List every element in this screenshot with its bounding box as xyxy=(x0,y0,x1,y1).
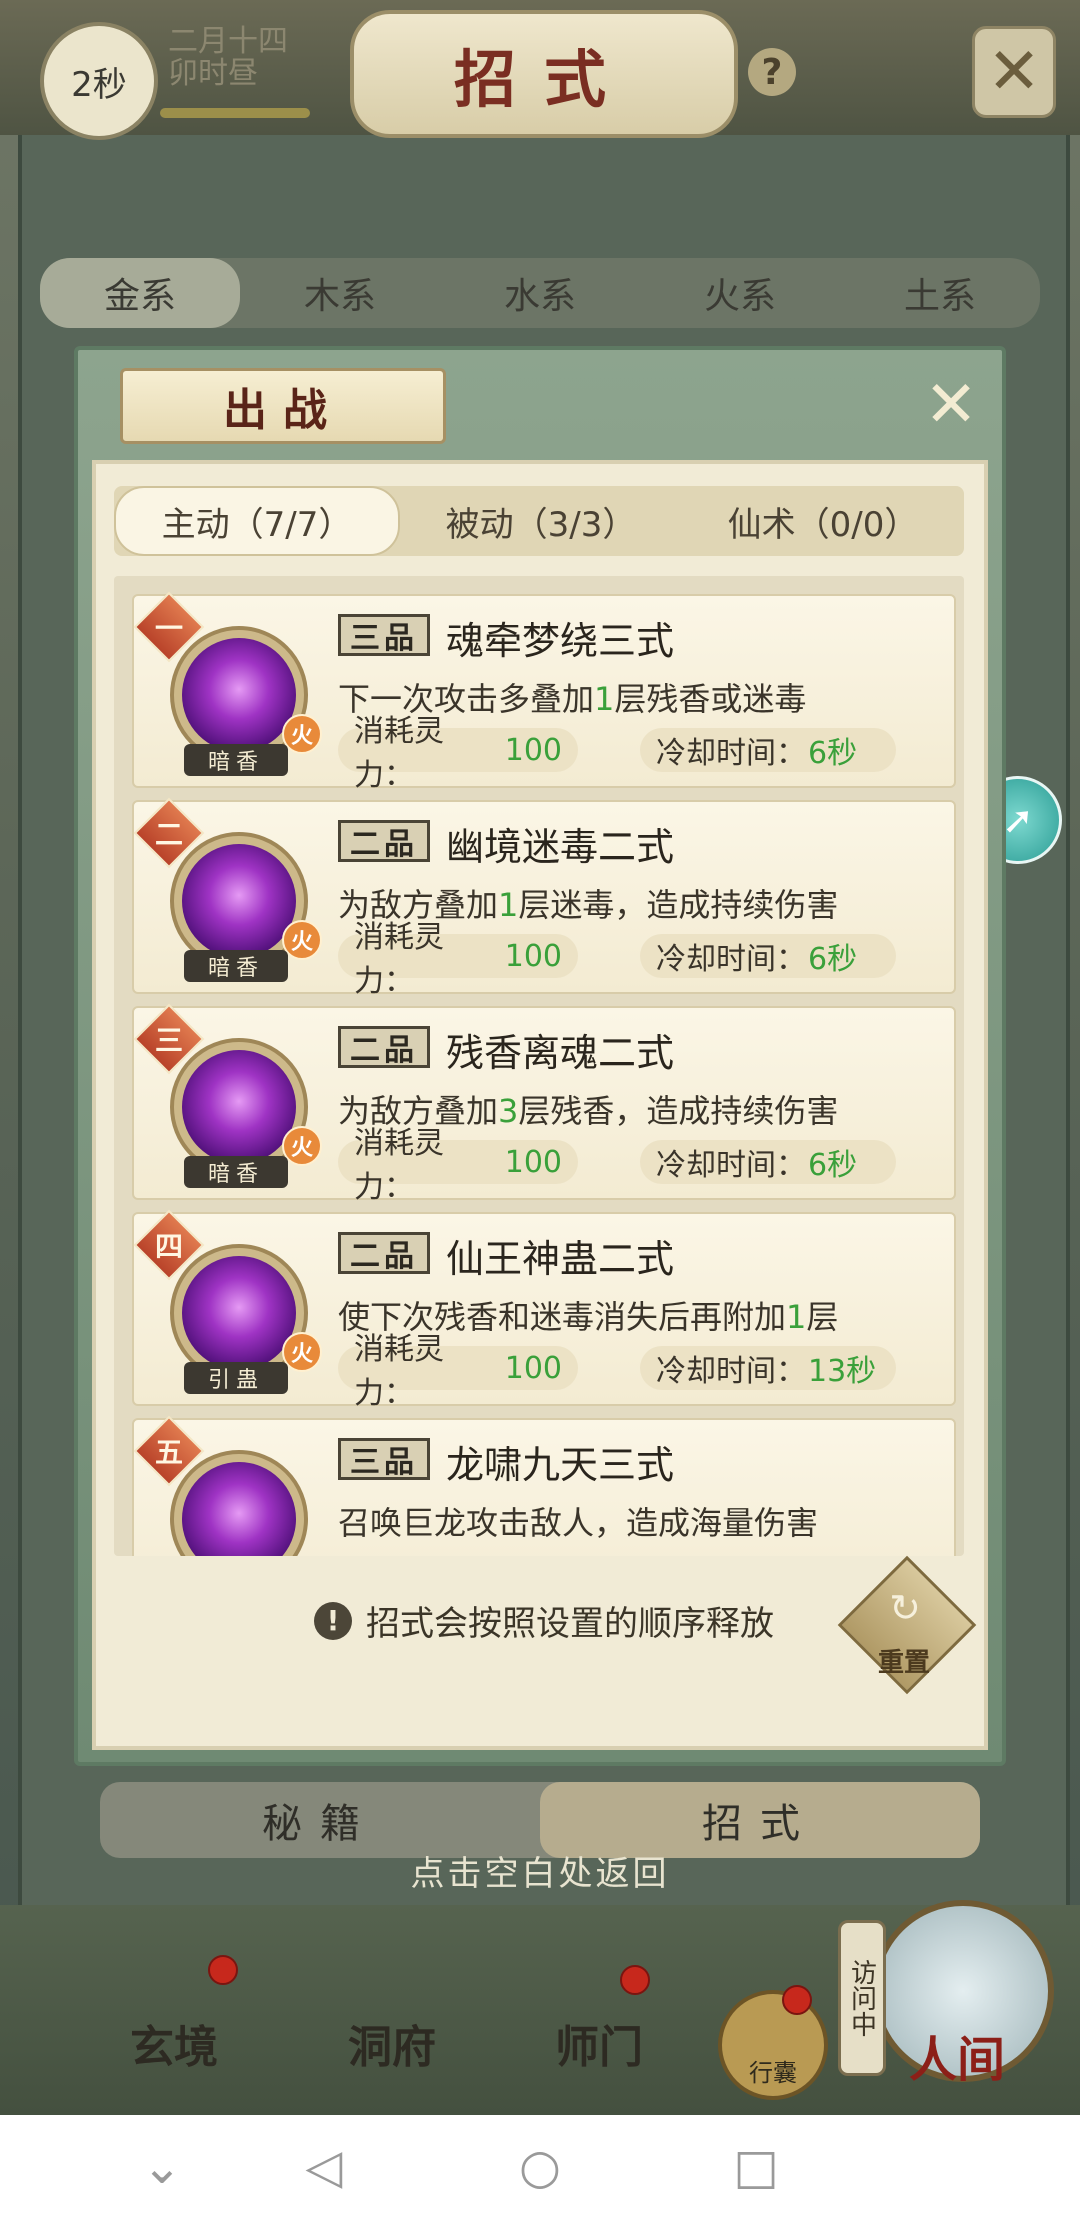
hint-text: 招式会按照设置的顺序释放 xyxy=(366,1604,774,1644)
cooldown: 冷却时间： 6秒 xyxy=(640,1140,896,1184)
skill-card[interactable]: 三 火 暗香 二品 残香离魂二式 为敌方叠加3层残香，造成持续伤害 消耗灵力： 1… xyxy=(132,1003,956,1205)
help-button[interactable]: ? xyxy=(748,48,796,96)
fire-element-icon: 火 xyxy=(282,1332,322,1372)
skill-card[interactable]: 五 三品 龙啸九天三式 召唤巨龙攻击敌人，造成海量伤害 xyxy=(132,1415,956,1556)
dialog-close-icon[interactable]: ✕ xyxy=(918,368,984,442)
skill-grade: 二品 xyxy=(338,820,430,862)
back-icon[interactable]: ◁ xyxy=(294,2137,354,2197)
skill-list[interactable]: 一 火 暗香 三品 魂牵梦绕三式 下一次攻击多叠加1层残香或迷毒 消耗灵力： 10… xyxy=(114,576,964,1556)
date-line: 二月十四 xyxy=(168,24,288,59)
cooldown: 冷却时间： 6秒 xyxy=(640,728,896,772)
tab-active-skills[interactable]: 主动（7/7） xyxy=(114,486,400,556)
refresh-icon[interactable]: ↻ xyxy=(878,1586,932,1636)
element-tabs: 金系 木系 水系 火系 土系 xyxy=(40,258,1040,328)
nav-xuanjing[interactable]: 玄境 xyxy=(130,2011,218,2075)
timer-badge: 2秒 xyxy=(40,22,158,140)
skill-name: 魂牵梦绕三式 xyxy=(446,619,675,663)
date-info: 二月十四 卯时昼 xyxy=(168,26,288,90)
bag-button[interactable]: 行囊 xyxy=(718,1990,828,2100)
notification-dot xyxy=(782,1985,812,2015)
notification-dot xyxy=(620,1965,650,1995)
reset-label[interactable]: 重置 xyxy=(854,1642,954,1679)
skill-name: 残香离魂二式 xyxy=(446,1031,675,1075)
rank-number: 四 xyxy=(154,1230,183,1263)
spirit-cost: 消耗灵力： 100 xyxy=(338,714,578,793)
rank-number: 一 xyxy=(154,612,183,645)
tab-wood[interactable]: 木系 xyxy=(240,258,440,328)
skill-description: 召唤巨龙攻击敌人，造成海量伤害 xyxy=(338,1504,819,1542)
notification-dot xyxy=(208,1955,238,1985)
skill-name: 仙王神蛊二式 xyxy=(446,1237,675,1281)
fire-element-icon: 火 xyxy=(282,714,322,754)
tab-water[interactable]: 水系 xyxy=(440,258,640,328)
skill-card[interactable]: 二 火 暗香 二品 幽境迷毒二式 为敌方叠加1层迷毒，造成持续伤害 消耗灵力： 1… xyxy=(132,797,956,999)
system-nav-bar: ⌄ ◁ ○ □ xyxy=(0,2115,1080,2220)
skill-card[interactable]: 一 火 暗香 三品 魂牵梦绕三式 下一次攻击多叠加1层残香或迷毒 消耗灵力： 10… xyxy=(132,591,956,793)
skill-card[interactable]: 四 火 引蛊 二品 仙王神蛊二式 使下次残香和迷毒消失后再附加1层 消耗灵力： 1… xyxy=(132,1209,956,1411)
skill-type-tabs: 主动（7/7） 被动（3/3） 仙术（0/0） xyxy=(114,486,964,556)
nav-shimen[interactable]: 师门 xyxy=(555,2011,643,2075)
nav-dongfu[interactable]: 洞府 xyxy=(348,2011,436,2075)
scorpion-skill-icon xyxy=(182,1256,296,1370)
rank-number: 三 xyxy=(154,1024,183,1057)
skill-name: 龙啸九天三式 xyxy=(446,1443,675,1487)
time-line: 卯时昼 xyxy=(168,56,258,91)
skill-grade: 二品 xyxy=(338,1232,430,1274)
tab-metal[interactable]: 金系 xyxy=(40,258,240,328)
skill-category-label: 暗香 xyxy=(184,1156,288,1188)
tab-spells[interactable]: 仙术（0/0） xyxy=(682,486,964,556)
dialog-title: 出战 xyxy=(120,368,446,444)
cooldown: 冷却时间： 6秒 xyxy=(640,934,896,978)
spirit-cost: 消耗灵力： 100 xyxy=(338,1126,578,1205)
skill-category-label: 引蛊 xyxy=(184,1362,288,1394)
chevron-down-icon[interactable]: ⌄ xyxy=(132,2137,192,2197)
home-icon[interactable]: ○ xyxy=(510,2137,570,2197)
nav-world[interactable]: 人间 xyxy=(872,2020,1042,2090)
spirit-cost: 消耗灵力： 100 xyxy=(338,1332,578,1411)
sword-skill-icon xyxy=(182,844,296,958)
deploy-dialog: 出战 ✕ 主动（7/7） 被动（3/3） 仙术（0/0） 一 火 暗香 三品 魂… xyxy=(74,346,1006,1766)
tab-passive-skills[interactable]: 被动（3/3） xyxy=(400,486,682,556)
rank-number: 五 xyxy=(154,1436,183,1469)
time-progress-bar xyxy=(160,108,310,118)
top-bar: 2秒 二月十四 卯时昼 招式 ? ✕ xyxy=(0,0,1080,140)
return-hint[interactable]: 点击空白处返回 xyxy=(0,1846,1080,1896)
skill-name: 幽境迷毒二式 xyxy=(446,825,675,869)
dancer-skill-icon xyxy=(182,1050,296,1164)
close-icon[interactable]: ✕ xyxy=(972,26,1056,118)
skill-category-label: 暗香 xyxy=(184,950,288,982)
tab-earth[interactable]: 土系 xyxy=(840,258,1040,328)
fire-element-icon: 火 xyxy=(282,920,322,960)
rank-number: 二 xyxy=(154,818,183,851)
exclamation-icon: ! xyxy=(314,1601,352,1640)
cooldown: 冷却时间： 13秒 xyxy=(640,1346,896,1390)
skill-grade: 二品 xyxy=(338,1026,430,1068)
skill-grade: 三品 xyxy=(338,614,430,656)
dialog-panel: 主动（7/7） 被动（3/3） 仙术（0/0） 一 火 暗香 三品 魂牵梦绕三式… xyxy=(92,460,988,1750)
page-title: 招式 xyxy=(350,10,738,138)
recents-icon[interactable]: □ xyxy=(726,2137,786,2197)
vortex-skill-icon xyxy=(182,638,296,752)
skill-category-label: 暗香 xyxy=(184,744,288,776)
fire-element-icon: 火 xyxy=(282,1126,322,1166)
tab-fire[interactable]: 火系 xyxy=(640,258,840,328)
spirit-cost: 消耗灵力： 100 xyxy=(338,920,578,999)
skill-grade: 三品 xyxy=(338,1438,430,1480)
